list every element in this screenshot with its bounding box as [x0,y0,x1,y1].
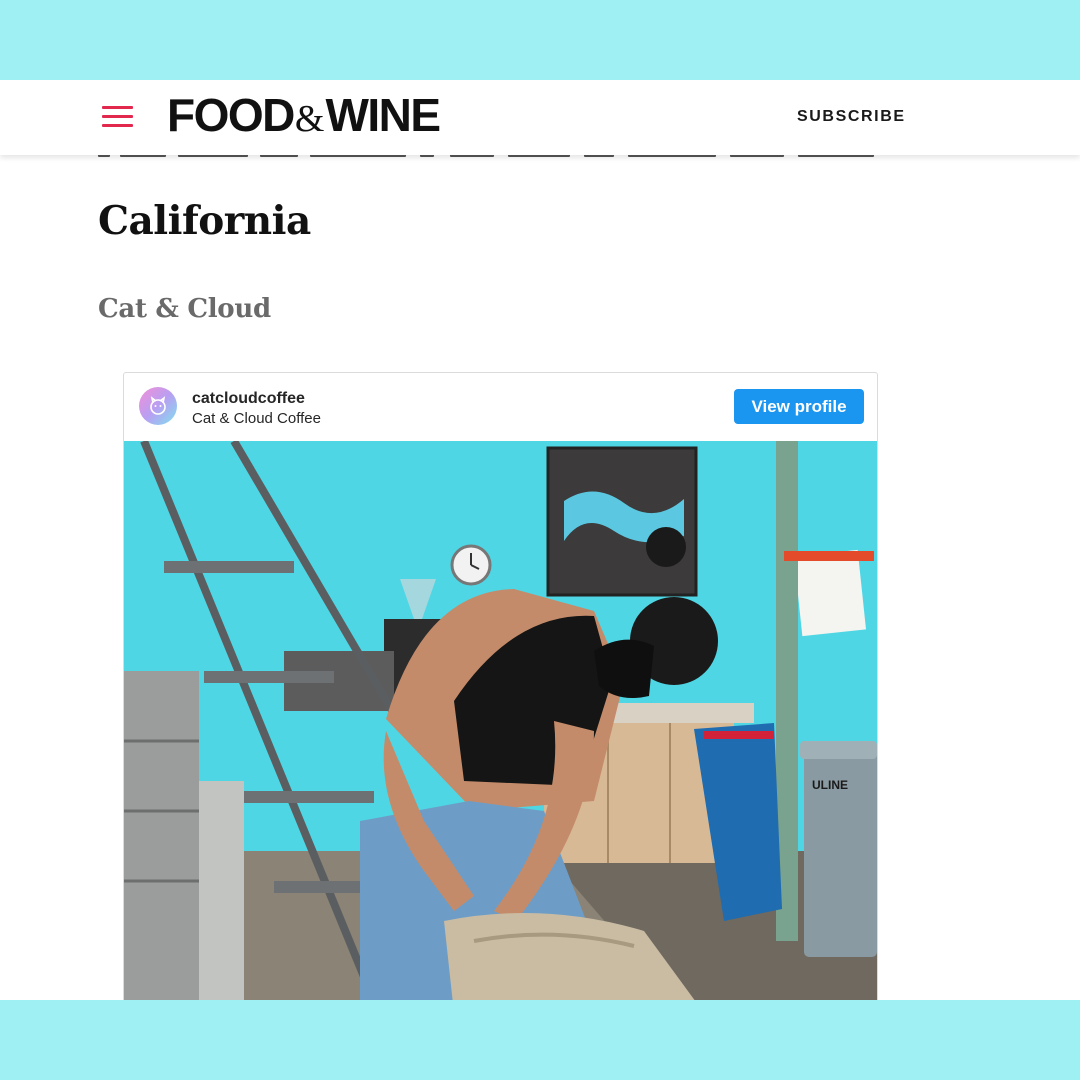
shop-heading: Cat & Cloud [98,294,271,324]
instagram-post-photo[interactable]: ULINE [124,441,877,1000]
site-header: FOOD&WINE SUBSCRIBE [0,80,1080,155]
instagram-display-name: Cat & Cloud Coffee [192,410,321,427]
instagram-embed: catcloudcoffee Cat & Cloud Coffee View p… [123,372,878,1000]
article-page: FOOD&WINE SUBSCRIBE California Cat & Clo… [0,80,1080,1000]
cat-cloud-logo-icon [150,396,166,415]
instagram-handle[interactable]: catcloudcoffee [192,389,305,409]
region-heading: California [98,198,311,244]
profile-avatar[interactable] [139,387,177,425]
hamburger-menu-icon[interactable] [102,106,134,128]
view-profile-button[interactable]: View profile [734,389,864,424]
instagram-embed-header: catcloudcoffee Cat & Cloud Coffee View p… [124,373,877,441]
food-and-wine-logo[interactable]: FOOD&WINE [167,90,441,140]
subscribe-link[interactable]: SUBSCRIBE [797,107,906,127]
bin-label: ULINE [812,778,848,792]
